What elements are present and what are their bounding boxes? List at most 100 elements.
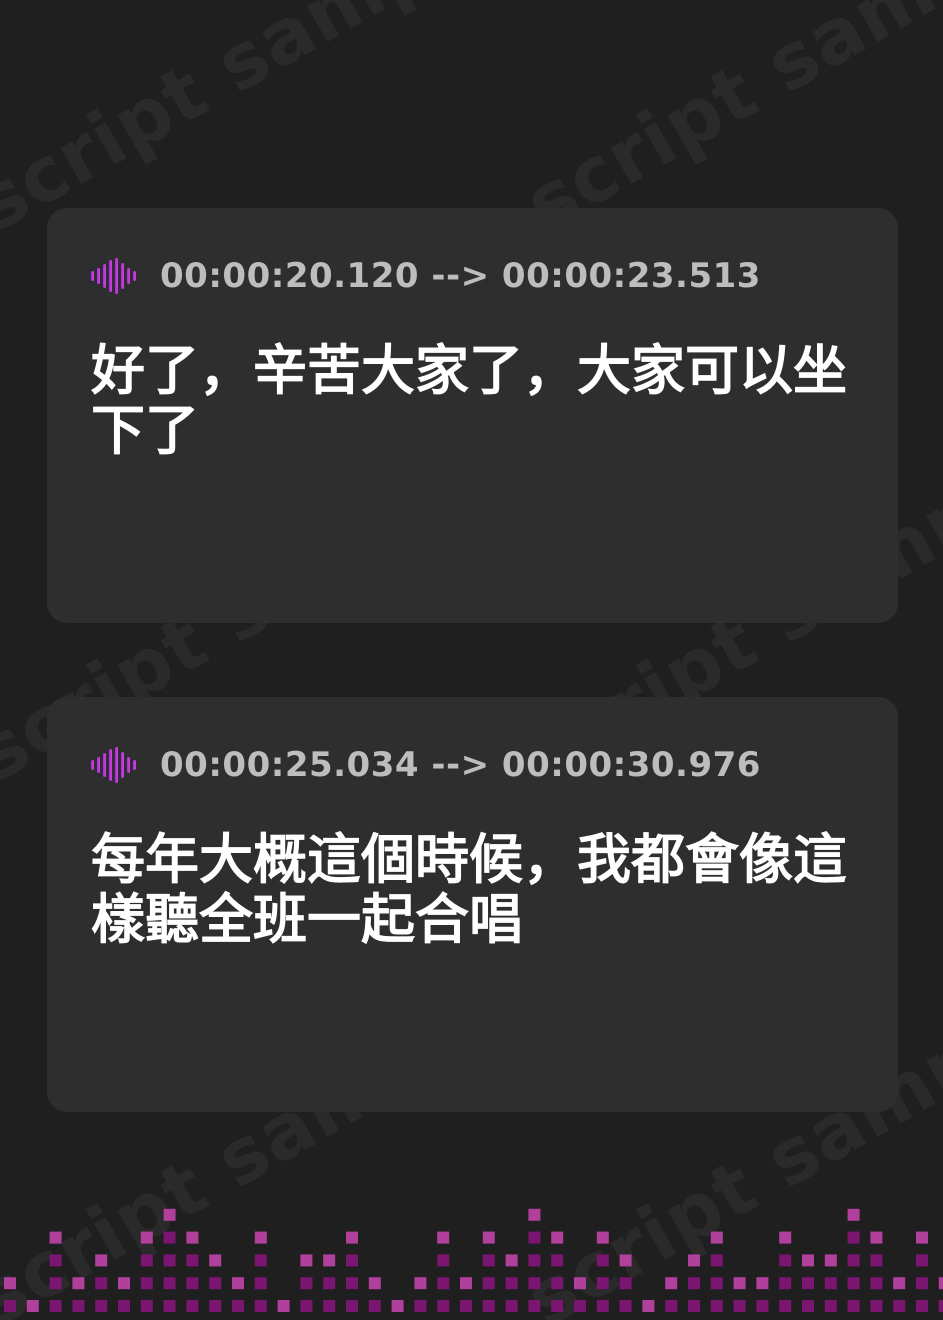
equalizer-block (710, 1277, 723, 1290)
equalizer-block (72, 1277, 85, 1290)
equalizer-block (938, 1277, 943, 1290)
subtitle-card: 00:00:25.034 --> 00:00:30.976 每年大概這個時候，我… (47, 697, 898, 1112)
equalizer-block (209, 1254, 222, 1267)
equalizer-block (163, 1208, 176, 1221)
equalizer-block (482, 1254, 495, 1267)
timestamp-row: 00:00:25.034 --> 00:00:30.976 (91, 745, 761, 785)
equalizer-block (209, 1300, 222, 1312)
timestamp: 00:00:25.034 --> 00:00:30.976 (160, 745, 761, 785)
equalizer-block (756, 1277, 769, 1290)
equalizer-block (163, 1254, 176, 1267)
equalizer-block (368, 1277, 381, 1290)
equalizer-block (437, 1277, 450, 1290)
equalizer-block (916, 1277, 928, 1290)
equalizer-block (482, 1231, 495, 1244)
equalizer-block (346, 1300, 358, 1312)
equalizer-block (870, 1254, 883, 1267)
equalizer-block (938, 1300, 943, 1312)
equalizer-block (95, 1300, 108, 1312)
equalizer-block (779, 1254, 792, 1267)
equalizer-block (756, 1300, 769, 1312)
equalizer-block (254, 1231, 267, 1244)
equalizer-block (391, 1300, 404, 1312)
equalizer-block (847, 1231, 860, 1244)
equalizer-block (847, 1277, 860, 1290)
equalizer-block (916, 1231, 928, 1244)
equalizer-block (802, 1277, 814, 1290)
equalizer-block (551, 1277, 564, 1290)
equalizer-block (802, 1254, 814, 1267)
equalizer-block (140, 1231, 153, 1244)
equalizer-block (505, 1300, 518, 1312)
equalizer-block (710, 1231, 723, 1244)
equalizer-block (4, 1277, 16, 1290)
equalizer-block (824, 1277, 837, 1290)
equalizer-block (254, 1277, 267, 1290)
equalizer-block (847, 1208, 860, 1221)
equalizer-block (802, 1300, 814, 1312)
equalizer-block (688, 1254, 700, 1267)
equalizer-block (323, 1254, 336, 1267)
equalizer-block (619, 1254, 632, 1267)
equalizer-block (186, 1277, 199, 1290)
equalizer-block (437, 1300, 450, 1312)
equalizer-block (551, 1254, 564, 1267)
equalizer-block (300, 1277, 313, 1290)
equalizer-block (528, 1254, 541, 1267)
equalizer-block (140, 1277, 153, 1290)
equalizer-block (596, 1254, 609, 1267)
equalizer-block (870, 1300, 883, 1312)
equalizer-block (346, 1277, 358, 1290)
equalizer-block (186, 1231, 199, 1244)
equalizer-block (893, 1277, 906, 1290)
equalizer-block (414, 1300, 427, 1312)
equalizer-block (323, 1300, 336, 1312)
equalizer-block (277, 1300, 290, 1312)
equalizer-block (665, 1300, 678, 1312)
equalizer-block (596, 1231, 609, 1244)
equalizer-block (323, 1277, 336, 1290)
equalizer-block (49, 1231, 62, 1244)
equalizer-block (642, 1300, 655, 1312)
equalizer-block (619, 1277, 632, 1290)
subtitle-card: 00:00:20.120 --> 00:00:23.513 好了，辛苦大家了，大… (47, 208, 898, 623)
equalizer-block (49, 1300, 62, 1312)
equalizer-block (505, 1254, 518, 1267)
equalizer-block (4, 1300, 16, 1312)
equalizer-block (482, 1277, 495, 1290)
equalizer-block (254, 1254, 267, 1267)
equalizer-block (779, 1277, 792, 1290)
equalizer-block (505, 1277, 518, 1290)
equalizer-block (847, 1254, 860, 1267)
equalizer-block (437, 1254, 450, 1267)
equalizer-block (574, 1277, 586, 1290)
equalizer-block (232, 1277, 244, 1290)
equalizer-block (460, 1300, 472, 1312)
equalizer-block (186, 1254, 199, 1267)
equalizer-block (916, 1300, 928, 1312)
equalizer-block (72, 1300, 85, 1312)
equalizer-block (209, 1277, 222, 1290)
watermark-layer: script sample script sample script sampl… (0, 0, 943, 1320)
equalizer-block (870, 1231, 883, 1244)
audio-wave-icon (91, 258, 136, 294)
equalizer-decoration (4, 1208, 943, 1312)
equalizer-block (140, 1254, 153, 1267)
equalizer-block (368, 1300, 381, 1312)
equalizer-block (460, 1277, 472, 1290)
equalizer-block (346, 1231, 358, 1244)
equalizer-block (824, 1254, 837, 1267)
equalizer-block (665, 1277, 678, 1290)
equalizer-block (49, 1277, 62, 1290)
equalizer-block (870, 1277, 883, 1290)
equalizer-block (596, 1277, 609, 1290)
equalizer-block (163, 1231, 176, 1244)
equalizer-block (95, 1277, 108, 1290)
equalizer-block (619, 1300, 632, 1312)
equalizer-block (232, 1300, 244, 1312)
equalizer-block (186, 1300, 199, 1312)
equalizer-block (893, 1300, 906, 1312)
equalizer-block (847, 1300, 860, 1312)
equalizer-block (254, 1300, 267, 1312)
equalizer-block (710, 1254, 723, 1267)
